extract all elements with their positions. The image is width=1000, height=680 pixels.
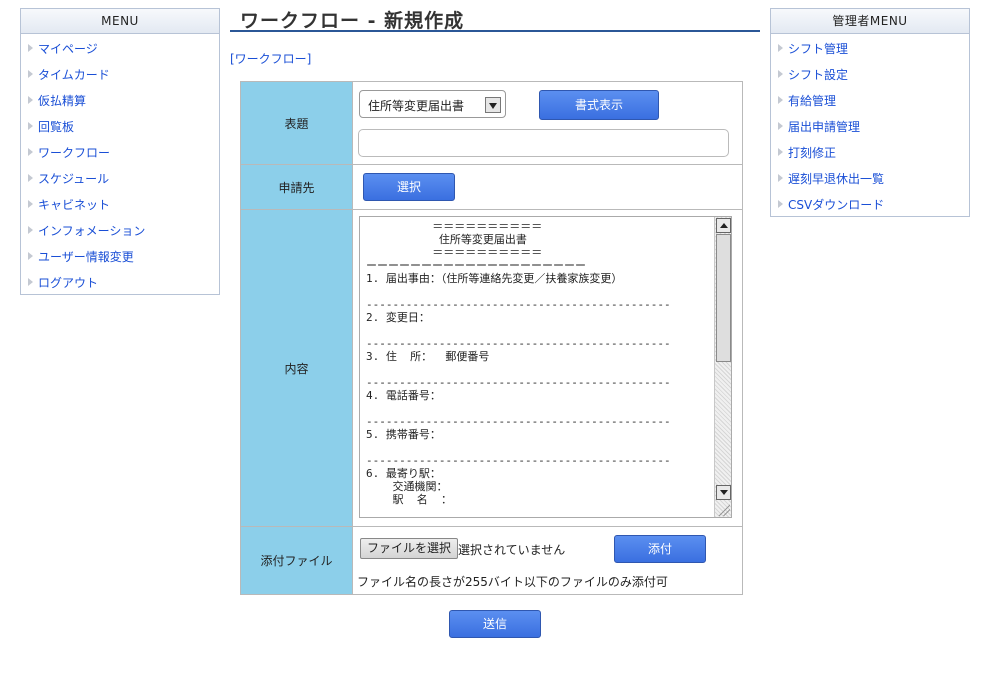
admin-item-csv-download[interactable]: CSVダウンロード [771,191,969,217]
menu-link[interactable]: ワークフロー [38,144,110,161]
menu-link[interactable]: ログアウト [38,274,98,291]
menu-item-advance-settlement[interactable]: 仮払精算 [21,87,219,113]
bullet-icon [25,199,35,209]
subject-input[interactable] [358,129,729,157]
bullet-icon [775,173,785,183]
menu-item-cabinet[interactable]: キャビネット [21,191,219,217]
attach-button[interactable]: 添付 [614,535,706,563]
menu-item-user-info[interactable]: ユーザー情報変更 [21,243,219,269]
page-title-text: ワークフロー - 新規作成 [240,10,465,32]
attachment-label: 添付ファイル [240,526,353,595]
content-textarea[interactable]: ＝＝＝＝＝＝＝＝＝＝ 住所等変更届出書 ＝＝＝＝＝＝＝＝＝＝ ーーーーーーーーー… [359,216,732,518]
show-format-button[interactable]: 書式表示 [539,90,659,120]
bullet-icon [775,199,785,209]
file-note: ファイル名の長さが255バイト以下のファイルのみ添付可 [357,575,668,589]
admin-item-application-management[interactable]: 届出申請管理 [771,113,969,139]
menu-link[interactable]: シフト設定 [788,66,848,83]
bullet-icon [25,251,35,261]
bullet-icon [25,225,35,235]
recipient-label: 申請先 [240,164,353,210]
menu-item-workflow[interactable]: ワークフロー [21,139,219,165]
menu-link[interactable]: スケジュール [38,170,109,187]
admin-menu-title: 管理者MENU [771,9,969,34]
menu-item-schedule[interactable]: スケジュール [21,165,219,191]
bullet-icon [775,95,785,105]
menu-link[interactable]: ユーザー情報変更 [38,248,134,265]
file-status: 選択されていません [458,543,566,557]
bullet-icon [25,147,35,157]
menu-link[interactable]: 届出申請管理 [788,118,860,135]
scroll-down-icon[interactable] [716,485,731,500]
bullet-icon [25,121,35,131]
menu-item-information[interactable]: インフォメーション [21,217,219,243]
menu-link[interactable]: 回覧板 [38,118,74,135]
menu-link[interactable]: タイムカード [38,66,110,83]
chevron-down-icon[interactable] [485,97,501,113]
bullet-icon [25,69,35,79]
content-text: ＝＝＝＝＝＝＝＝＝＝ 住所等変更届出書 ＝＝＝＝＝＝＝＝＝＝ ーーーーーーーーー… [366,220,671,506]
bullet-icon [25,277,35,287]
menu-link[interactable]: CSVダウンロード [788,196,884,213]
page-title: ワークフロー - 新規作成 [230,4,760,32]
vertical-scrollbar[interactable] [714,217,731,517]
main-menu: MENU マイページ タイムカード 仮払精算 回覧板 ワークフロー スケジュール… [20,8,220,295]
resize-grip-icon[interactable] [717,503,730,516]
content-label: 内容 [240,209,353,527]
choose-file-button[interactable]: ファイルを選択 [360,538,459,559]
admin-item-timestamp-correction[interactable]: 打刻修正 [771,139,969,165]
bullet-icon [25,95,35,105]
bullet-icon [775,121,785,131]
template-select-value: 住所等変更届出書 [368,99,465,113]
menu-link[interactable]: インフォメーション [38,222,145,239]
menu-link[interactable]: キャビネット [38,196,110,213]
menu-item-circular[interactable]: 回覧板 [21,113,219,139]
menu-link[interactable]: シフト管理 [788,40,848,57]
bullet-icon [775,69,785,79]
workflow-form: 表題 住所等変更届出書 書式表示 申請先 選択 内容 ＝＝＝＝＝＝＝＝＝＝ 住所… [240,81,743,595]
subject-cell: 住所等変更届出書 書式表示 [352,81,743,165]
bullet-icon [775,43,785,53]
admin-item-paid-leave[interactable]: 有給管理 [771,87,969,113]
select-recipient-button[interactable]: 選択 [363,173,455,201]
admin-item-attendance-list[interactable]: 遅刻早退休出一覧 [771,165,969,191]
template-select[interactable]: 住所等変更届出書 [359,90,506,118]
admin-menu: 管理者MENU シフト管理 シフト設定 有給管理 届出申請管理 打刻修正 遅刻早… [770,8,970,217]
bullet-icon [25,173,35,183]
scrollbar-thumb[interactable] [716,234,731,362]
content-cell: ＝＝＝＝＝＝＝＝＝＝ 住所等変更届出書 ＝＝＝＝＝＝＝＝＝＝ ーーーーーーーーー… [352,209,743,527]
subject-label: 表題 [240,81,353,165]
admin-item-shift-management[interactable]: シフト管理 [771,35,969,61]
main-menu-list: マイページ タイムカード 仮払精算 回覧板 ワークフロー スケジュール キャビネ… [21,34,219,295]
attachment-cell: ファイルを選択 選択されていません 添付 ファイル名の長さが255バイト以下のフ… [352,526,743,595]
menu-item-mypage[interactable]: マイページ [21,35,219,61]
bullet-icon [25,43,35,53]
main-menu-title: MENU [21,9,219,34]
recipient-cell: 選択 [352,164,743,210]
menu-link[interactable]: 仮払精算 [38,92,86,109]
menu-item-logout[interactable]: ログアウト [21,269,219,295]
menu-link[interactable]: マイページ [38,40,98,57]
menu-link[interactable]: 有給管理 [788,92,836,109]
bullet-icon [775,147,785,157]
admin-menu-list: シフト管理 シフト設定 有給管理 届出申請管理 打刻修正 遅刻早退休出一覧 CS… [771,34,969,217]
menu-item-timecard[interactable]: タイムカード [21,61,219,87]
admin-item-shift-settings[interactable]: シフト設定 [771,61,969,87]
menu-link[interactable]: 打刻修正 [788,144,836,161]
breadcrumb-workflow[interactable]: [ワークフロー] [230,50,311,67]
menu-link[interactable]: 遅刻早退休出一覧 [788,170,884,187]
scroll-up-icon[interactable] [716,218,731,233]
submit-button[interactable]: 送信 [449,610,541,638]
